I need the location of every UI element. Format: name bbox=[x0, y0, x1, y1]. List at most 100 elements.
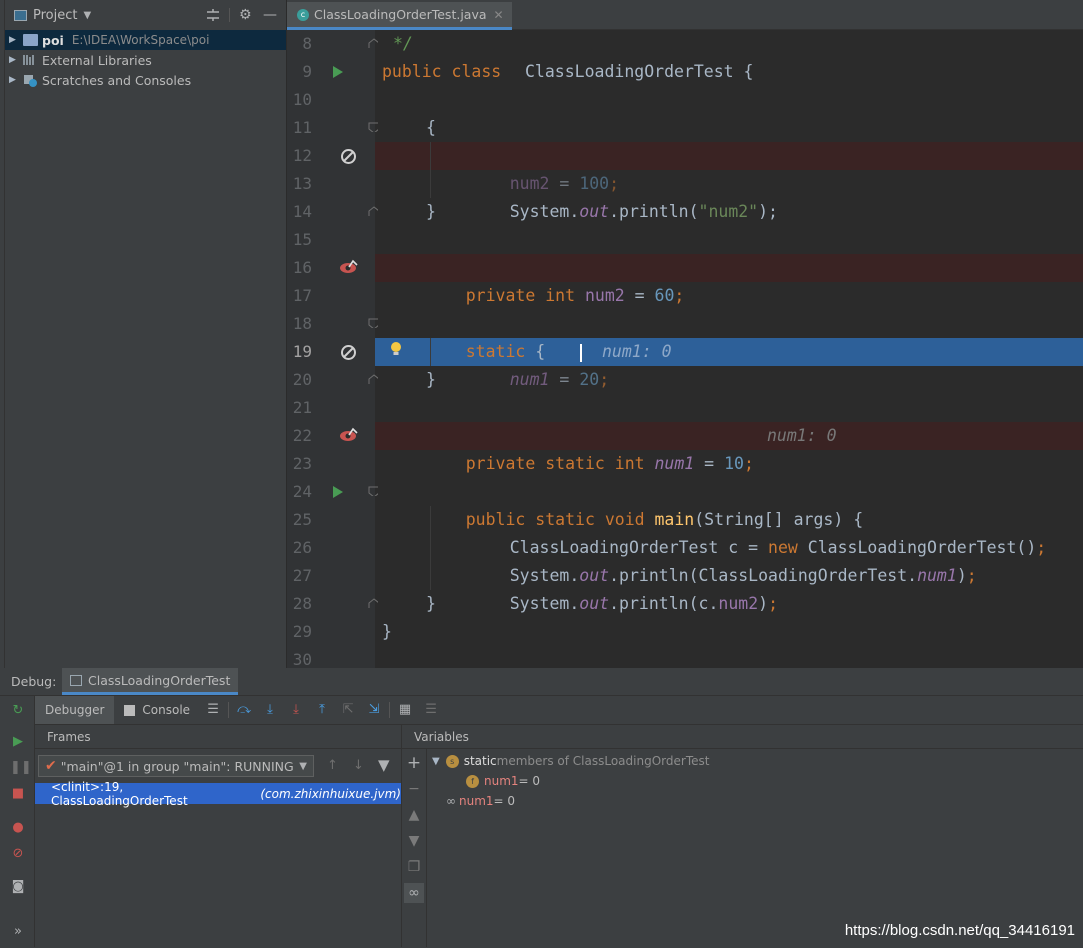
run-arrow-icon[interactable] bbox=[332, 485, 344, 499]
run-to-cursor-icon[interactable]: ⇲ bbox=[366, 702, 382, 718]
tree-item-poi[interactable]: ▶ poi E:\IDEA\WorkSpace\poi bbox=[5, 30, 286, 50]
mute-breakpoints-icon[interactable]: ⊘ bbox=[10, 846, 26, 862]
field-decl: num2 bbox=[584, 286, 625, 305]
text-cursor bbox=[580, 344, 582, 362]
code-line-22[interactable]: private static int num1 = 10; num1: 0 bbox=[375, 422, 1083, 473]
editor-tab[interactable]: c ClassLoadingOrderTest.java ✕ bbox=[287, 2, 512, 30]
code-line-25[interactable]: ClassLoadingOrderTest c = new ClassLoadi… bbox=[375, 506, 1083, 557]
tree-item-path: E:\IDEA\WorkSpace\poi bbox=[71, 33, 210, 47]
variable-static-num1[interactable]: f num1 = 0 bbox=[466, 771, 540, 791]
field-watchpoint-icon[interactable] bbox=[339, 427, 359, 443]
tab-label: Debugger bbox=[45, 703, 105, 717]
code-line-8[interactable]: */ bbox=[375, 30, 1083, 58]
separator bbox=[229, 8, 230, 22]
variables-panel: Variables + − ▲ ▼ ❐ ∞ ▼ s static members… bbox=[402, 725, 1083, 947]
code-line-19[interactable]: num1 = 20; num1: 0 bbox=[375, 338, 1083, 389]
code-line-16[interactable]: private int num2 = 60; bbox=[375, 254, 1083, 305]
gear-icon[interactable]: ⚙ bbox=[239, 0, 252, 30]
debug-side-toolbar: ↻ ▶ ❚❚ ■ ● ⊘ ◙ » bbox=[0, 696, 35, 947]
expand-arrow-icon[interactable]: ▶ bbox=[9, 35, 17, 45]
line-number: 18 bbox=[292, 314, 312, 333]
filter-icon[interactable]: ▼ bbox=[378, 756, 390, 774]
collapse-all-icon[interactable] bbox=[206, 0, 220, 30]
frame-row[interactable]: <clinit>:19, ClassLoadingOrderTest (com.… bbox=[35, 780, 401, 808]
code-line-14[interactable]: } bbox=[375, 198, 1083, 226]
stop-icon[interactable]: ■ bbox=[10, 786, 26, 802]
expand-arrow-icon[interactable]: ▶ bbox=[9, 55, 17, 65]
step-over-icon[interactable]: ⤼ bbox=[236, 702, 252, 718]
step-out-icon[interactable]: ⤒ bbox=[314, 702, 330, 718]
expand-arrow-icon[interactable]: ▼ bbox=[432, 756, 440, 767]
minimize-icon[interactable]: — bbox=[263, 0, 277, 30]
close-icon[interactable]: ✕ bbox=[494, 8, 504, 22]
arrow-up-icon[interactable]: ↑ bbox=[327, 758, 338, 773]
disabled-breakpoint-icon[interactable] bbox=[340, 148, 357, 165]
code-line-9[interactable]: public class ClassLoadingOrderTest { bbox=[375, 58, 1083, 86]
frames-title: Frames bbox=[35, 725, 401, 749]
code-line-11[interactable]: { bbox=[375, 114, 1083, 142]
code-line-20[interactable]: } bbox=[375, 366, 1083, 394]
move-down-icon[interactable]: ▼ bbox=[406, 833, 422, 849]
frame-label: <clinit>:19, ClassLoadingOrderTest bbox=[51, 779, 188, 808]
brace: } bbox=[426, 370, 436, 389]
expand-arrow-icon[interactable]: ▶ bbox=[9, 75, 17, 85]
line-number: 9 bbox=[302, 62, 312, 81]
code-line-12[interactable]: num2 = 100; bbox=[375, 142, 1083, 193]
move-up-icon[interactable]: ▲ bbox=[406, 807, 422, 823]
code-line-13[interactable]: System.out.println("num2"); bbox=[375, 170, 1083, 221]
variable-name: num1 bbox=[459, 794, 494, 808]
view-breakpoints-icon[interactable]: ● bbox=[10, 820, 26, 836]
debug-label: Debug: bbox=[11, 674, 57, 689]
line-number: 20 bbox=[292, 370, 312, 389]
inline-debug-value: num1: 0 bbox=[767, 426, 837, 445]
drop-frame-icon[interactable]: ⇱ bbox=[340, 702, 356, 718]
variable-static-members[interactable]: ▼ s static members of ClassLoadingOrderT… bbox=[432, 751, 709, 771]
plus-icon[interactable]: + bbox=[406, 755, 422, 772]
arrow-down-icon[interactable]: ↓ bbox=[353, 758, 364, 773]
line-number: 13 bbox=[292, 174, 312, 193]
run-config-icon bbox=[70, 674, 82, 686]
frame-package: (com.zhixinhuixue.jvm) bbox=[260, 786, 401, 801]
editor-tab-label: ClassLoadingOrderTest.java bbox=[314, 7, 487, 22]
field-badge-icon: f bbox=[466, 774, 479, 788]
camera-icon[interactable]: ◙ bbox=[10, 879, 26, 895]
project-view-selector[interactable]: Project bbox=[33, 8, 77, 23]
menu-icon[interactable]: ☰ bbox=[205, 702, 221, 718]
pause-icon[interactable]: ❚❚ bbox=[10, 760, 32, 776]
line-number: 24 bbox=[292, 482, 312, 501]
static-badge-icon: s bbox=[445, 754, 459, 768]
resume-icon[interactable]: ▶ bbox=[10, 734, 26, 750]
chevron-down-icon[interactable]: ▼ bbox=[83, 10, 91, 21]
code-line-29[interactable]: } bbox=[375, 618, 1083, 646]
glasses-icon[interactable]: ∞ bbox=[404, 883, 424, 903]
code-line-24[interactable]: public static void main(String[] args) { bbox=[375, 478, 1083, 529]
evaluate-expression-icon[interactable]: ▦ bbox=[397, 702, 413, 718]
keyword: private int bbox=[465, 286, 585, 305]
rerun-icon[interactable]: ↻ bbox=[10, 703, 26, 719]
tree-item-scratches[interactable]: ▶ Scratches and Consoles bbox=[5, 70, 286, 90]
trace-icon[interactable]: ☰ bbox=[423, 702, 439, 718]
code-line-28[interactable]: } bbox=[375, 590, 1083, 618]
code-line-18[interactable]: static { bbox=[375, 310, 1083, 361]
more-icon[interactable]: » bbox=[10, 924, 26, 940]
thread-selector[interactable]: ✔ "main"@1 in group "main": RUNNING ▼ bbox=[38, 755, 314, 777]
code-line-26[interactable]: System.out.println(ClassLoadingOrderTest… bbox=[375, 534, 1083, 585]
line-number: 14 bbox=[292, 202, 312, 221]
step-into-icon[interactable]: ⤓ bbox=[262, 702, 278, 718]
watch-num1[interactable]: ∞ num1 = 0 bbox=[446, 791, 515, 811]
separator bbox=[228, 702, 230, 718]
debug-session-tab[interactable]: ClassLoadingOrderTest bbox=[62, 668, 239, 695]
minus-icon[interactable]: − bbox=[406, 781, 422, 797]
tree-item-external-libraries[interactable]: ▶ External Libraries bbox=[5, 50, 286, 70]
run-arrow-icon[interactable] bbox=[332, 65, 344, 79]
code-line-27[interactable]: System.out.println(c.num2); bbox=[375, 562, 1083, 613]
check-icon: ✔ bbox=[45, 758, 57, 774]
tab-console[interactable]: Console bbox=[114, 696, 200, 724]
disabled-breakpoint-icon[interactable] bbox=[340, 344, 357, 361]
force-step-into-icon[interactable]: ⤓ bbox=[288, 702, 304, 718]
copy-icon[interactable]: ❐ bbox=[406, 859, 422, 875]
tab-debugger[interactable]: Debugger bbox=[35, 696, 115, 724]
variables-side-toolbar: + − ▲ ▼ ❐ ∞ bbox=[402, 749, 427, 947]
field-watchpoint-icon[interactable] bbox=[339, 259, 359, 275]
keyword: public class bbox=[382, 62, 502, 81]
